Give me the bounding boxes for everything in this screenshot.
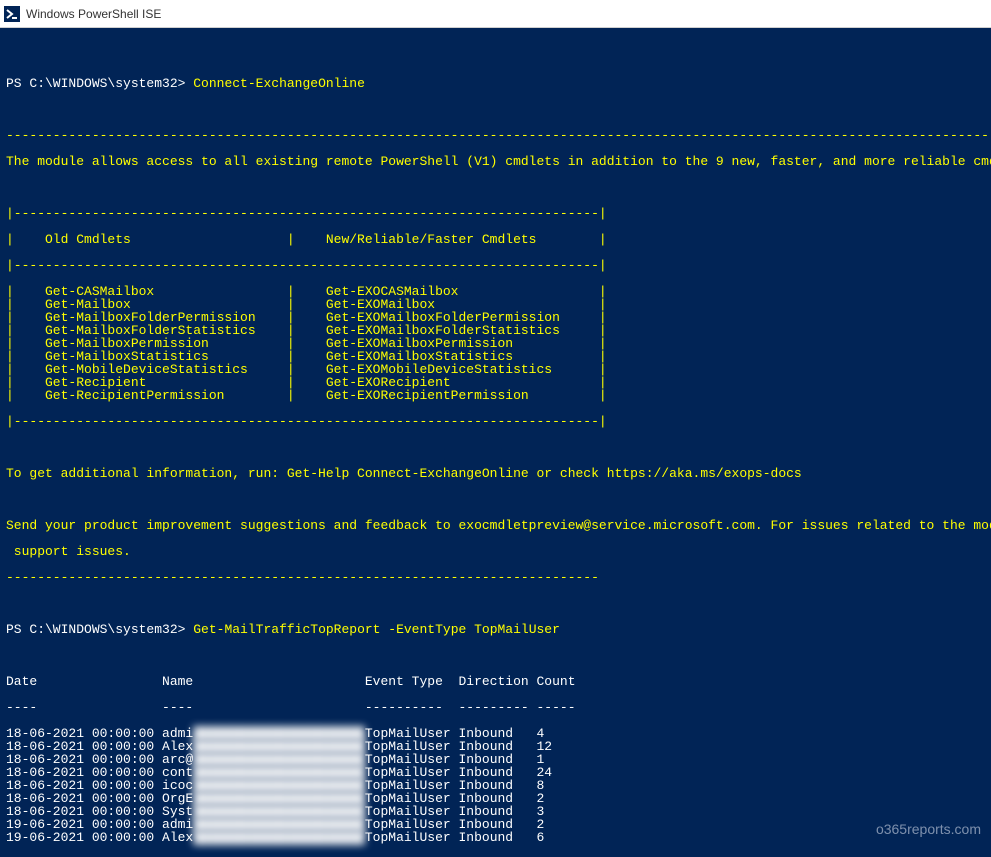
cmdlet-table-border-bottom: |---------------------------------------…	[6, 415, 985, 428]
report1-header: Date Name Event Type Direction Count	[6, 675, 985, 688]
feedback-line-2: support issues.	[6, 545, 985, 558]
command-1: Connect-ExchangeOnline	[193, 76, 365, 91]
command-2: Get-MailTrafficTopReport -EventType TopM…	[193, 622, 560, 637]
cmdlet-table-row: | Get-RecipientPermission | Get-EXORecip…	[6, 389, 985, 402]
feedback-line-1: Send your product improvement suggestion…	[6, 519, 985, 532]
prompt: PS C:\WINDOWS\system32>	[6, 622, 185, 637]
cmdlet-table-header: | Old Cmdlets | New/Reliable/Faster Cmdl…	[6, 233, 985, 246]
prompt: PS C:\WINDOWS\system32>	[6, 76, 185, 91]
title-bar: Windows PowerShell ISE	[0, 0, 991, 28]
module-summary: The module allows access to all existing…	[6, 155, 985, 168]
separator-top: ----------------------------------------…	[6, 129, 985, 142]
report1-row: 19-06-2021 00:00:00 Alex████████████████…	[6, 831, 985, 844]
cmdlet-table-rows: | Get-CASMailbox | Get-EXOCASMailbox || …	[6, 285, 985, 402]
powershell-icon	[4, 6, 20, 22]
console-output[interactable]: PS C:\WINDOWS\system32> Connect-Exchange…	[0, 28, 991, 857]
report1-underline: ---- ---- ---------- --------- -----	[6, 701, 985, 714]
cmdlet-table-border-mid: |---------------------------------------…	[6, 259, 985, 272]
cmdlet-table-border-top: |---------------------------------------…	[6, 207, 985, 220]
info-line: To get additional information, run: Get-…	[6, 467, 985, 480]
window-title: Windows PowerShell ISE	[26, 7, 161, 21]
separator-bottom: ----------------------------------------…	[6, 571, 985, 584]
report1-rows: 18-06-2021 00:00:00 admi████████████████…	[6, 727, 985, 844]
